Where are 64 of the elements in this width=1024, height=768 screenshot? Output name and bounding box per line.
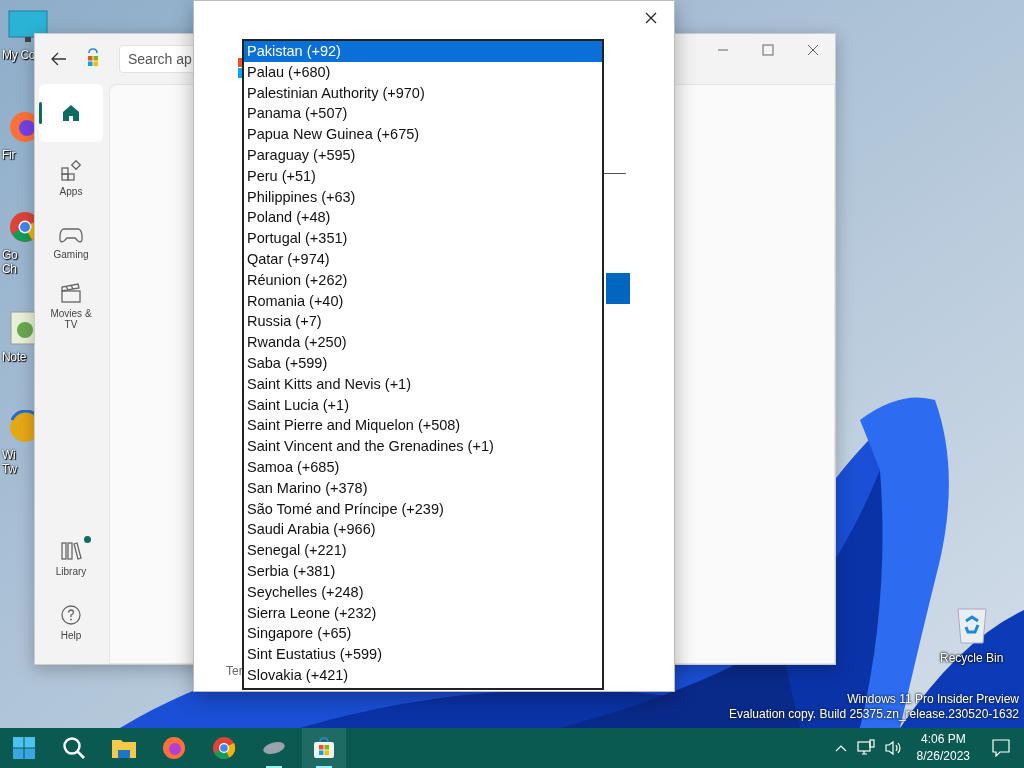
country-option[interactable]: Pakistan (+92) (244, 41, 602, 62)
chevron-up-icon[interactable] (834, 744, 847, 752)
store-bag-icon (312, 736, 336, 760)
monitor-icon (8, 10, 48, 44)
nav-item[interactable]: Help (39, 594, 103, 650)
nav-item[interactable]: Movies & TV (39, 278, 103, 334)
speaker-icon[interactable] (884, 740, 903, 756)
country-option[interactable]: Panama (+507) (244, 103, 602, 125)
country-option[interactable]: Saudi Arabia (+966) (244, 519, 602, 541)
country-option[interactable]: Saint Pierre and Miquelon (+508) (244, 415, 602, 437)
nav-item[interactable]: Apps (39, 150, 103, 206)
nav-item[interactable]: Gaming (39, 214, 103, 270)
firefox-icon (162, 736, 186, 760)
folder-icon (111, 737, 137, 759)
country-option[interactable]: Portugal (+351) (244, 228, 602, 249)
nav-item[interactable]: Library (39, 530, 103, 586)
country-option[interactable]: Saint Kitts and Nevis (+1) (244, 373, 602, 395)
windows-logo-icon (13, 737, 35, 759)
clapperboard-icon (60, 282, 82, 304)
taskbar-button[interactable] (302, 728, 346, 768)
country-option[interactable]: Rwanda (+250) (244, 332, 602, 353)
clock-date[interactable]: 8/26/2023 (916, 748, 970, 765)
books-icon (60, 539, 82, 562)
apps-icon (60, 159, 82, 182)
country-option[interactable]: Samoa (+685) (244, 456, 602, 478)
country-option[interactable]: Qatar (+974) (244, 248, 602, 270)
chrome-icon (212, 736, 236, 760)
country-option[interactable]: Serbia (+381) (244, 560, 602, 582)
terms-text: Ter (226, 664, 243, 678)
country-option[interactable]: Russia (+7) (244, 311, 602, 333)
country-option[interactable]: San Marino (+378) (244, 477, 602, 499)
maximize-icon[interactable] (762, 44, 774, 56)
country-option[interactable]: Saba (+599) (244, 352, 602, 374)
country-option[interactable]: Sint Eustatius (+599) (244, 644, 602, 665)
country-option[interactable]: Réunion (+262) (244, 269, 602, 291)
country-option[interactable]: Papua New Guinea (+675) (244, 124, 602, 145)
nav-item[interactable] (39, 84, 103, 142)
country-option[interactable]: Slovakia (+421) (244, 664, 602, 686)
country-option[interactable]: Senegal (+221) (244, 540, 602, 561)
country-option[interactable]: Poland (+48) (244, 207, 602, 229)
country-option[interactable]: Saint Vincent and the Grenadines (+1) (244, 436, 602, 457)
country-list[interactable] (242, 39, 604, 690)
country-option[interactable]: Peru (+51) (244, 165, 602, 187)
notification-icon[interactable] (992, 739, 1010, 757)
search-icon (62, 736, 86, 760)
help-icon (60, 603, 82, 626)
country-option[interactable]: Saint Lucia (+1) (244, 394, 602, 416)
country-option[interactable]: Seychelles (+248) (244, 581, 602, 603)
country-option[interactable]: Sierra Leone (+232) (244, 602, 602, 624)
country-option[interactable]: Philippines (+63) (244, 186, 602, 208)
home-icon (60, 102, 82, 124)
country-option[interactable]: Singapore (+65) (244, 623, 602, 645)
country-option[interactable]: Paraguay (+595) (244, 145, 602, 166)
country-option[interactable]: São Tomé and Príncipe (+239) (244, 498, 602, 520)
close-icon[interactable] (645, 12, 657, 24)
recycle-bin-icon (954, 605, 989, 645)
mouse-icon (262, 741, 286, 755)
network-icon[interactable] (856, 739, 875, 757)
clock-time[interactable]: 4:06 PM (920, 731, 966, 748)
country-option[interactable]: Palestinian Authority (+970) (244, 82, 602, 104)
country-option[interactable]: Palau (+680) (244, 61, 602, 83)
selection-indicator (39, 102, 42, 124)
country-option[interactable]: Romania (+40) (244, 290, 602, 312)
back-arrow-icon[interactable] (51, 52, 67, 66)
